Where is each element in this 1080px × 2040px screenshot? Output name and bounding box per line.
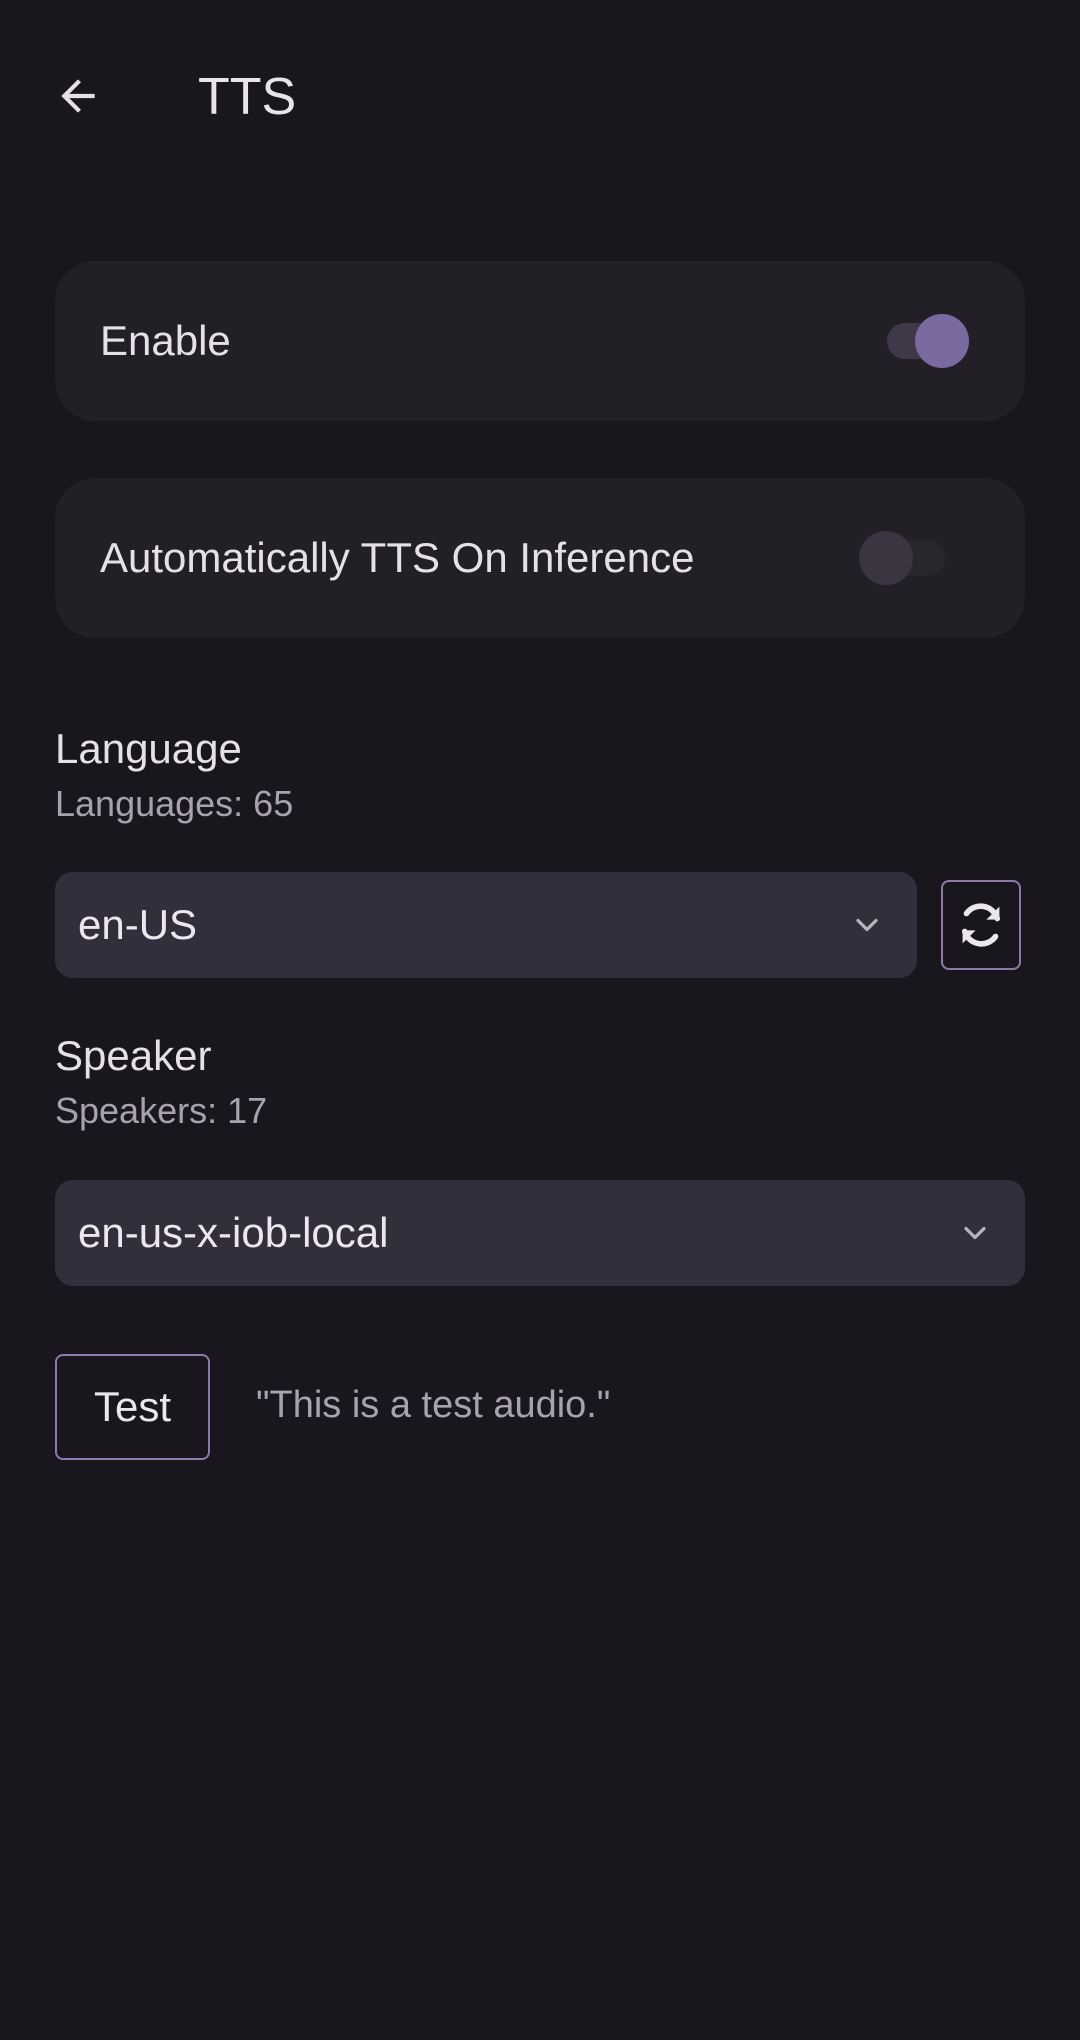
test-sample-text: "This is a test audio."	[256, 1384, 611, 1426]
refresh-icon	[961, 903, 1001, 947]
auto-tts-label: Automatically TTS On Inference	[100, 534, 695, 581]
refresh-languages-button[interactable]	[941, 880, 1021, 970]
language-dropdown[interactable]: en-US	[55, 872, 917, 978]
speaker-dropdown[interactable]: en-us-x-iob-local	[55, 1180, 1025, 1286]
chevron-down-icon	[964, 1226, 986, 1240]
app-header: TTS	[0, 0, 1080, 200]
test-button[interactable]: Test	[55, 1354, 210, 1460]
enable-toggle[interactable]	[879, 311, 973, 371]
language-title: Language	[55, 725, 242, 772]
language-selected-value: en-US	[78, 901, 198, 948]
back-button[interactable]	[40, 58, 116, 134]
auto-tts-toggle[interactable]	[859, 528, 953, 588]
enable-label: Enable	[100, 317, 231, 364]
speaker-selected-value: en-us-x-iob-local	[78, 1209, 389, 1256]
speaker-count: Speakers: 17	[55, 1090, 268, 1131]
auto-tts-setting-card[interactable]: Automatically TTS On Inference	[55, 478, 1025, 638]
language-count: Languages: 65	[55, 783, 294, 824]
arrow-left-icon	[61, 79, 95, 113]
page-title: TTS	[198, 68, 297, 126]
enable-setting-card[interactable]: Enable	[55, 261, 1025, 421]
chevron-down-icon	[856, 918, 878, 932]
enable-toggle-thumb	[915, 314, 969, 368]
speaker-title: Speaker	[55, 1032, 212, 1079]
auto-tts-toggle-thumb	[859, 531, 913, 585]
